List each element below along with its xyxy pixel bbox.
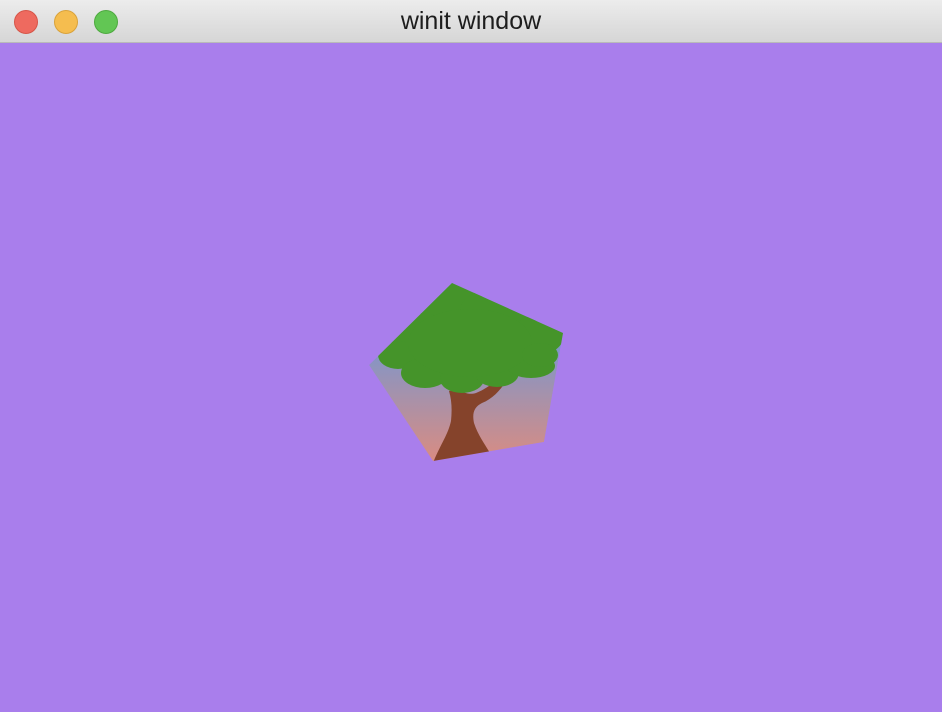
tree-foliage xyxy=(378,283,563,393)
app-window: winit window xyxy=(0,0,942,712)
window-title: winit window xyxy=(400,7,542,35)
title-bar[interactable]: winit window xyxy=(0,0,942,43)
textured-pentagon xyxy=(369,283,563,461)
render-canvas[interactable] xyxy=(0,43,942,712)
rendered-scene xyxy=(369,283,563,461)
